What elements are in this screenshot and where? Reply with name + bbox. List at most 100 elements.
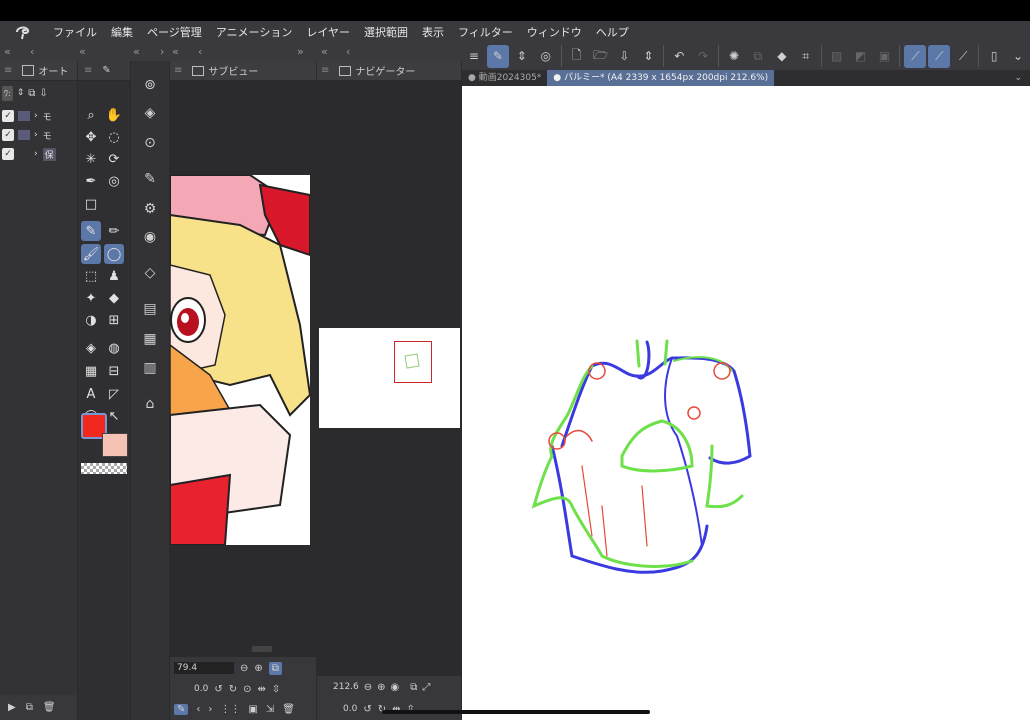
selection-invert-icon[interactable]: ◩: [850, 45, 872, 68]
zoom-in-icon[interactable]: ⊕: [254, 663, 262, 674]
text-icon[interactable]: A: [81, 384, 101, 404]
pen-icon[interactable]: ✎: [81, 221, 101, 241]
menu-window[interactable]: ウィンドウ: [520, 24, 589, 40]
balloon-icon[interactable]: ◯: [104, 244, 124, 264]
menu-view[interactable]: 表示: [415, 24, 451, 40]
gradient-fill-icon[interactable]: ◍: [104, 338, 124, 358]
chevron-right-icon[interactable]: ›: [160, 45, 164, 58]
menu-file[interactable]: ファイル: [46, 24, 104, 40]
sparkle-icon[interactable]: ✦: [81, 288, 101, 308]
edit-mode-icon[interactable]: ✎: [486, 44, 509, 68]
hand-icon[interactable]: ✋: [104, 105, 124, 125]
drawing-canvas[interactable]: [382, 86, 1030, 720]
person-icon[interactable]: ⌂: [139, 394, 161, 414]
menu-icon[interactable]: ≡: [463, 45, 485, 68]
eyedropper-icon[interactable]: ✎: [174, 704, 189, 715]
pen-tool-icon[interactable]: ✎: [139, 169, 161, 189]
lasso-icon[interactable]: ◌: [104, 127, 124, 147]
collapse-left-icon[interactable]: «: [321, 45, 328, 58]
menu-filter[interactable]: フィルター: [451, 24, 520, 40]
grid-snap-icon[interactable]: ⟋: [952, 45, 974, 68]
visibility-checkbox[interactable]: ✓: [2, 148, 14, 160]
chevron-right-icon[interactable]: ›: [34, 149, 38, 159]
new-file-icon[interactable]: 🗋: [566, 45, 588, 68]
visibility-checkbox[interactable]: ✓: [2, 110, 14, 122]
chevron-updown-icon[interactable]: ⇕: [17, 88, 25, 98]
crop-icon[interactable]: ⌗: [795, 45, 817, 68]
import-icon[interactable]: ⇲: [266, 704, 274, 715]
blend-icon[interactable]: ◑: [81, 310, 101, 330]
rotate-left-icon[interactable]: ↺: [363, 704, 371, 715]
layer-row[interactable]: ✓ › モ: [2, 126, 74, 144]
collapse-right-icon[interactable]: »: [297, 45, 304, 58]
save-icon[interactable]: ⇩: [613, 45, 635, 68]
play-icon[interactable]: ▶: [8, 702, 16, 713]
collapse-left-icon[interactable]: «: [79, 45, 86, 58]
redo-icon[interactable]: ↷: [692, 45, 714, 68]
navigator-zoom-field[interactable]: 212.6: [333, 682, 359, 692]
device-icon[interactable]: ▯: [983, 45, 1005, 68]
brush-icon[interactable]: 🖌: [81, 244, 101, 264]
eyedropper-icon[interactable]: ✒: [81, 171, 101, 191]
timeline-icon[interactable]: ▦: [139, 329, 161, 349]
chevron-right-icon[interactable]: ›: [208, 704, 212, 715]
layer-row[interactable]: ✓ › モ: [2, 107, 74, 125]
chevron-down-icon[interactable]: ⌄: [1014, 73, 1022, 83]
pencil-icon[interactable]: ✏: [104, 221, 124, 241]
transform-icon[interactable]: ⧉: [747, 45, 769, 68]
rotate-left-icon[interactable]: ↺: [214, 684, 222, 695]
layer-row[interactable]: ✓ › 保: [2, 145, 74, 163]
chevron-left-icon[interactable]: ‹: [196, 704, 200, 715]
ruler-icon[interactable]: ◸: [104, 384, 124, 404]
grip-icon[interactable]: ≡: [174, 65, 182, 76]
subview-zoom-field[interactable]: 79.4: [174, 662, 234, 674]
chevron-left-icon[interactable]: ‹: [198, 45, 202, 58]
new-frame-icon[interactable]: ⧉: [26, 702, 33, 713]
menu-animation[interactable]: アニメーション: [209, 24, 300, 40]
tab-palmie[interactable]: ● パルミー* (A4 2339 x 1654px 200dpi 212.6%): [547, 70, 775, 86]
correct-icon[interactable]: ↖: [104, 406, 124, 426]
zoom-out-icon[interactable]: ⊖: [240, 663, 248, 674]
eraser-icon[interactable]: ⬚: [81, 266, 101, 286]
fit-icon[interactable]: ⧉: [410, 682, 417, 693]
open-folder-icon[interactable]: 🗁: [590, 45, 612, 68]
ruler-snap-icon[interactable]: ⟋: [904, 44, 927, 68]
chevron-updown-icon[interactable]: ⇕: [637, 45, 659, 68]
rotate-right-icon[interactable]: ↻: [229, 684, 237, 695]
collapse-left-icon[interactable]: «: [4, 45, 11, 58]
menu-selection[interactable]: 選択範囲: [357, 24, 415, 40]
grid-icon[interactable]: ⊞: [104, 310, 124, 330]
chevron-updown-icon[interactable]: ⇕: [511, 45, 533, 68]
fill-icon[interactable]: ◈: [81, 338, 101, 358]
airbrush-icon[interactable]: ◉: [139, 227, 161, 247]
film-icon[interactable]: ▥: [139, 358, 161, 378]
navigator-rotate-field[interactable]: 0.0: [343, 704, 357, 714]
reference-image[interactable]: [170, 175, 310, 545]
move-icon[interactable]: ✥: [81, 127, 101, 147]
app-logo-icon[interactable]: [0, 24, 46, 40]
collapse-left-icon[interactable]: «: [172, 45, 179, 58]
spiral-icon[interactable]: ◎: [104, 171, 124, 191]
menu-help[interactable]: ヘルプ: [589, 24, 636, 40]
chevron-down-icon[interactable]: ⌄: [1007, 45, 1029, 68]
grip-icon[interactable]: ≡: [4, 65, 12, 76]
sub-color-swatch[interactable]: [102, 433, 128, 457]
zoom-out-icon[interactable]: ⊖: [364, 682, 372, 693]
reset-rotate-icon[interactable]: ⊙: [243, 684, 251, 695]
navigator-preview[interactable]: [319, 328, 460, 428]
rotate-select-icon[interactable]: ⟳: [104, 149, 124, 169]
fit-window-icon[interactable]: ⤢: [422, 682, 430, 693]
stamp-icon[interactable]: ♟: [104, 266, 124, 286]
grip-icon[interactable]: ≡: [84, 65, 92, 76]
magic-wand-icon[interactable]: ✳: [81, 149, 101, 169]
menu-page[interactable]: ページ管理: [140, 24, 209, 40]
brush-settings-icon[interactable]: ⚙: [139, 199, 161, 219]
menu-edit[interactable]: 編集: [104, 24, 140, 40]
gradient-icon[interactable]: ▦: [81, 361, 101, 381]
scroll-handle[interactable]: [252, 646, 272, 652]
blend-mode-select[interactable]: ﾜ:: [2, 85, 13, 101]
chevron-right-icon[interactable]: ›: [34, 111, 38, 121]
collapse-left-icon[interactable]: «: [133, 45, 140, 58]
grip-icon[interactable]: ≡: [321, 65, 329, 76]
chevron-right-icon[interactable]: ›: [34, 130, 38, 140]
